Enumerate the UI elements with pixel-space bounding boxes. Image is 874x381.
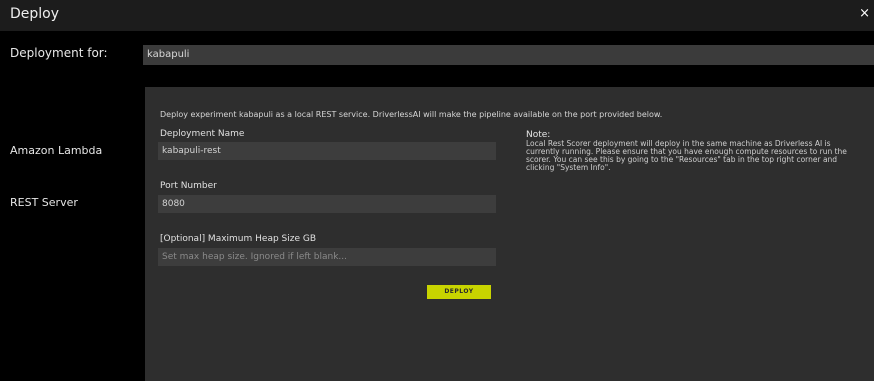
target-rest-server[interactable]: REST Server	[10, 196, 78, 209]
close-icon[interactable]: ×	[859, 7, 870, 21]
dialog-title: Deploy	[10, 6, 60, 22]
deployment-name-input[interactable]: kabapuli-rest	[158, 142, 496, 160]
deployment-for-field: kabapuli	[143, 45, 874, 65]
deployment-for-label: Deployment for:	[10, 46, 108, 60]
heap-size-input[interactable]: Set max heap size. Ignored if left blank…	[158, 248, 496, 266]
intro-text: Deploy experiment kabapuli as a local RE…	[160, 110, 663, 119]
heap-size-label: [Optional] Maximum Heap Size GB	[160, 234, 317, 244]
note-text: Local Rest Scorer deployment will deploy…	[526, 139, 847, 172]
deployment-name-label: Deployment Name	[160, 129, 245, 139]
target-amazon-lambda[interactable]: Amazon Lambda	[10, 144, 102, 157]
deploy-button[interactable]: DEPLOY	[427, 285, 491, 299]
rest-server-panel: Deploy experiment kabapuli as a local RE…	[145, 87, 874, 381]
port-number-label: Port Number	[160, 181, 217, 191]
port-number-input[interactable]: 8080	[158, 195, 496, 213]
dialog-titlebar: Deploy ×	[0, 0, 874, 31]
